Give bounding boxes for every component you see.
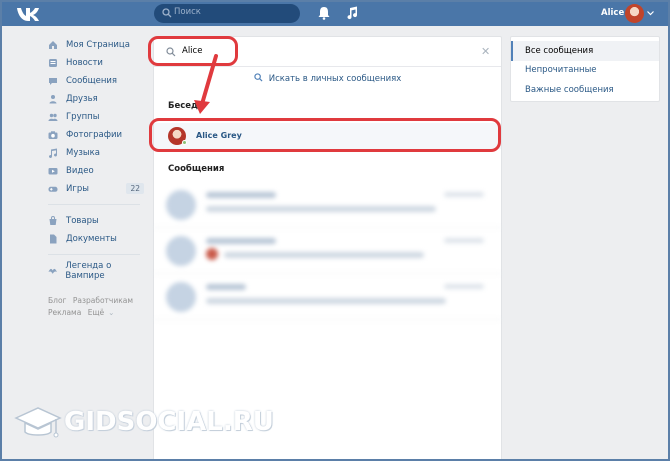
menu-item-photos[interactable]: Фотографии: [48, 126, 148, 144]
home-icon: [49, 41, 57, 49]
menu-item-label: Товары: [66, 216, 99, 226]
friends-icon: [49, 95, 57, 104]
search-icon: [254, 73, 263, 82]
global-search-input[interactable]: Поиск: [154, 4, 300, 23]
footer-link-ads[interactable]: Реклама: [48, 308, 81, 317]
message-sender-placeholder: [206, 284, 246, 290]
menu-item-goods[interactable]: Товары: [48, 212, 148, 230]
search-icon: [162, 8, 172, 18]
message-avatar: [166, 236, 196, 266]
games-count-badge: 22: [126, 183, 144, 194]
graduation-cap-icon: [14, 407, 62, 438]
message-avatar: [166, 190, 196, 220]
menu-item-messages[interactable]: Сообщения: [48, 72, 148, 90]
clear-search-icon[interactable]: ✕: [481, 45, 490, 58]
menu-divider: [48, 254, 140, 255]
footer-link-more[interactable]: Ещё: [88, 308, 104, 317]
app-icon: [48, 268, 57, 274]
message-avatar: [166, 282, 196, 312]
search-private-label: Искать в личных сообщениях: [268, 74, 402, 84]
message-filters: Все сообщения Непрочитанные Важные сообщ…: [510, 36, 660, 102]
chevron-down-icon[interactable]: [647, 10, 654, 16]
message-time-placeholder: [444, 192, 484, 197]
docs-icon: [50, 234, 57, 244]
footer-link-blog[interactable]: Блог: [48, 296, 66, 305]
section-messages-title: Сообщения: [168, 164, 225, 174]
highlight-conversation: [149, 118, 501, 152]
header-avatar[interactable]: [625, 4, 644, 23]
watermark: GIDSOCIAL.RU: [8, 400, 274, 450]
games-icon: [48, 186, 58, 192]
message-time-placeholder: [444, 238, 484, 243]
message-sender-placeholder: [206, 238, 276, 244]
message-text-placeholder: [224, 252, 424, 258]
menu-item-games[interactable]: Игры 22: [48, 180, 148, 198]
menu-divider: [48, 204, 140, 205]
watermark-text: GIDSOCIAL.RU: [64, 407, 274, 437]
menu-item-label: Игры: [66, 184, 89, 194]
message-row-blurred[interactable]: [154, 228, 501, 274]
message-row-blurred[interactable]: [154, 274, 501, 320]
message-sender-placeholder: [206, 192, 276, 198]
menu-item-groups[interactable]: Группы: [48, 108, 148, 126]
menu-item-label: Сообщения: [66, 76, 118, 86]
photo-icon: [48, 131, 58, 139]
message-text-placeholder: [206, 206, 436, 212]
filter-all-messages[interactable]: Все сообщения: [511, 41, 659, 61]
filter-important[interactable]: Важные сообщения: [511, 80, 659, 100]
groups-icon: [48, 113, 58, 121]
chevron-down-icon: ⌄: [108, 308, 115, 317]
footer-link-developers[interactable]: Разработчикам: [73, 296, 133, 305]
message-text-placeholder: [206, 298, 446, 304]
message-time-placeholder: [444, 284, 484, 289]
menu-item-app-vampire[interactable]: Легенда о Вампире: [48, 261, 148, 281]
header-user-name[interactable]: Alice: [601, 8, 624, 18]
filter-unread[interactable]: Непрочитанные: [511, 60, 659, 80]
menu-item-video[interactable]: Видео: [48, 162, 148, 180]
messages-icon: [49, 78, 57, 85]
vk-logo-icon: [17, 8, 39, 21]
search-placeholder: Поиск: [174, 7, 201, 17]
left-menu: Моя Страница Новости Сообщения Друзья Гр…: [48, 36, 148, 281]
menu-item-label: Новости: [66, 58, 103, 68]
goods-icon: [49, 216, 57, 225]
menu-item-music[interactable]: Музыка: [48, 144, 148, 162]
message-small-avatar: [206, 248, 218, 260]
news-icon: [49, 59, 57, 67]
menu-item-label: Друзья: [66, 94, 98, 104]
menu-item-label: Документы: [66, 234, 117, 244]
menu-item-documents[interactable]: Документы: [48, 230, 148, 248]
music-note-icon[interactable]: [346, 6, 358, 20]
window-frame: Поиск Alice Моя Страница Новости Сообщен…: [0, 0, 670, 461]
notifications-bell-icon[interactable]: [318, 6, 330, 20]
menu-item-label: Легенда о Вампире: [65, 261, 112, 281]
annotation-arrow-icon: [194, 54, 218, 114]
video-icon: [48, 168, 58, 175]
menu-item-label: Фотографии: [66, 130, 123, 140]
menu-item-label: Моя Страница: [66, 40, 130, 50]
menu-item-my-page[interactable]: Моя Страница: [48, 36, 148, 54]
menu-item-label: Видео: [66, 166, 94, 176]
menu-item-label: Музыка: [66, 148, 100, 158]
vk-logo[interactable]: [16, 5, 42, 22]
footer-links: Блог Разработчикам Реклама Ещё ⌄: [48, 295, 148, 319]
menu-item-label: Группы: [66, 112, 100, 122]
music-icon: [49, 148, 58, 158]
message-row-blurred[interactable]: [154, 182, 501, 228]
menu-item-friends[interactable]: Друзья: [48, 90, 148, 108]
top-bar: Поиск Alice: [2, 2, 668, 26]
menu-item-news[interactable]: Новости: [48, 54, 148, 72]
